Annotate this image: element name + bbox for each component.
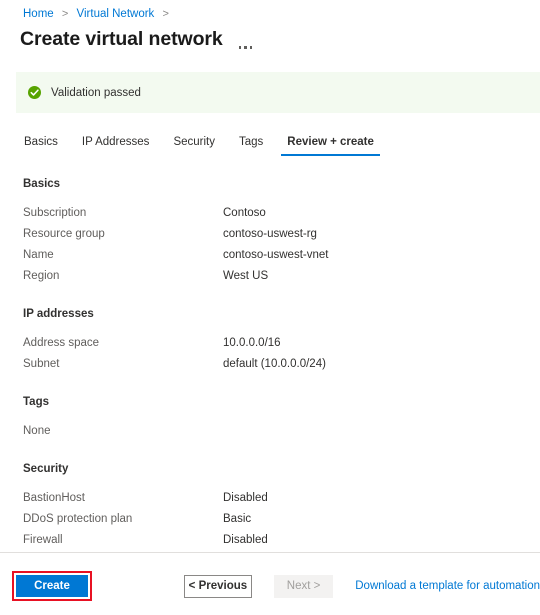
ellipsis-dot (238, 46, 242, 49)
summary-value-subscription: Contoso (223, 207, 266, 219)
tags-empty-text: None (23, 425, 51, 437)
download-template-link[interactable]: Download a template for automation (355, 580, 540, 592)
ellipsis-dot (244, 46, 247, 49)
summary-row: Subscription Contoso (23, 203, 524, 223)
tab-tags[interactable]: Tags (231, 134, 271, 156)
more-options-icon[interactable] (238, 27, 256, 52)
summary-row: DDoS protection plan Basic (23, 509, 524, 529)
next-button: Next > (273, 574, 334, 598)
summary-label-firewall: Firewall (23, 534, 63, 546)
tab-security[interactable]: Security (165, 134, 223, 156)
summary-value-firewall: Disabled (223, 534, 268, 546)
summary-row: Name contoso-uswest-vnet (23, 245, 524, 265)
summary-label-name: Name (23, 249, 54, 261)
breadcrumb-item-virtual-network[interactable]: Virtual Network (77, 8, 155, 20)
summary-value-region: West US (223, 270, 269, 282)
section-security: Security BastionHost Disabled DDoS prote… (23, 463, 524, 550)
section-title-ip-addresses: IP addresses (23, 308, 94, 320)
summary-row: Resource group contoso-uswest-rg (23, 224, 524, 244)
ellipsis-dot (249, 46, 253, 49)
summary-value-bastion-host: Disabled (223, 492, 268, 504)
summary-label-address-space: Address space (23, 337, 100, 349)
summary-row: Subnet default (10.0.0.0/24) (23, 354, 524, 374)
section-title-tags: Tags (23, 396, 49, 408)
tab-review-create[interactable]: Review + create (279, 134, 382, 156)
summary-label-resource-group: Resource group (23, 228, 105, 240)
validation-message: Validation passed (51, 86, 141, 99)
summary-value-address-space: 10.0.0.0/16 (223, 337, 281, 349)
summary-label-bastion-host: BastionHost (23, 492, 86, 504)
summary-row: Firewall Disabled (23, 530, 524, 550)
summary-label-subnet: Subnet (23, 358, 60, 370)
section-tags: Tags None (23, 396, 524, 441)
summary-row: Address space 10.0.0.0/16 (23, 333, 524, 353)
summary-value-resource-group: contoso-uswest-rg (223, 228, 317, 240)
section-title-security: Security (23, 463, 69, 475)
summary-row: Region West US (23, 266, 524, 286)
summary-value-subnet: default (10.0.0.0/24) (223, 358, 326, 370)
footer-action-bar: Create < Previous Next > Download a temp… (0, 566, 540, 606)
summary-value-ddos-protection-plan: Basic (223, 513, 252, 525)
create-button[interactable]: Create (16, 575, 88, 597)
page-title-row: Create virtual network (20, 26, 255, 52)
check-circle-icon (28, 86, 41, 99)
review-summary: Basics Subscription Contoso Resource gro… (23, 178, 524, 572)
breadcrumb-item-home[interactable]: Home (23, 8, 54, 20)
tab-ip-addresses[interactable]: IP Addresses (74, 134, 158, 156)
footer-divider (0, 552, 540, 553)
summary-row: BastionHost Disabled (23, 488, 524, 508)
section-title-basics: Basics (23, 178, 61, 190)
page-title: Create virtual network (20, 28, 223, 50)
breadcrumb-separator: > (61, 8, 69, 20)
summary-label-region: Region (23, 270, 60, 282)
summary-label-ddos-protection-plan: DDoS protection plan (23, 513, 133, 525)
previous-button[interactable]: < Previous (184, 574, 252, 598)
summary-label-subscription: Subscription (23, 207, 87, 219)
section-basics: Basics Subscription Contoso Resource gro… (23, 178, 524, 286)
tab-bar: Basics IP Addresses Security Tags Review… (16, 134, 540, 162)
summary-value-name: contoso-uswest-vnet (223, 249, 329, 261)
breadcrumb: Home > Virtual Network > (23, 6, 174, 22)
create-button-highlight: Create (12, 571, 92, 601)
validation-banner: Validation passed (16, 72, 540, 113)
breadcrumb-separator: > (162, 8, 169, 20)
tab-basics[interactable]: Basics (16, 134, 66, 156)
section-ip-addresses: IP addresses Address space 10.0.0.0/16 S… (23, 308, 524, 374)
